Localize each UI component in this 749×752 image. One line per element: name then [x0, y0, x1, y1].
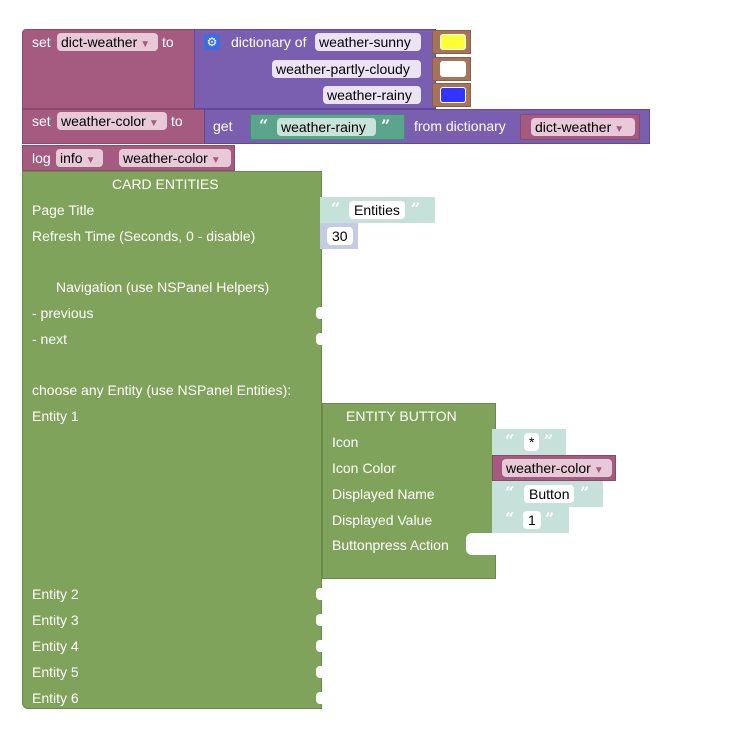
color-swatch-sunny[interactable]	[440, 34, 466, 50]
refresh-time-label: Refresh Time (Seconds, 0 - disable)	[32, 228, 256, 244]
open-quote-icon: “	[331, 199, 341, 218]
displayed-value-value[interactable]: 1	[523, 511, 541, 529]
to-label: to	[162, 34, 174, 50]
refresh-time-value[interactable]: 30	[327, 227, 353, 245]
dropdown-arrow-icon: ▼	[210, 155, 221, 166]
entity-3-label: Entity 3	[32, 612, 79, 628]
previous-label: - previous	[32, 305, 94, 321]
close-quote-icon: ”	[545, 509, 555, 528]
next-label: - next	[32, 331, 68, 347]
close-quote-icon: ”	[544, 431, 554, 450]
displayed-value-label: Displayed Value	[332, 512, 433, 528]
variable-dropdown-dict-weather[interactable]: dict-weather ▼	[57, 33, 158, 51]
dropdown-arrow-icon: ▼	[85, 155, 96, 166]
open-quote-icon: “	[505, 431, 515, 450]
entity-6-input-socket[interactable]	[316, 692, 323, 704]
icon-color-label: Icon Color	[332, 460, 396, 476]
icon-value[interactable]: *	[524, 433, 540, 451]
entity-button-title: ENTITY BUTTON	[346, 408, 457, 424]
entity-3-input-socket[interactable]	[316, 614, 323, 626]
buttonpress-action-statement-slot[interactable]	[466, 533, 496, 555]
entity-5-label: Entity 5	[32, 664, 79, 680]
set-label-2: set	[32, 113, 51, 129]
entity-5-input-socket[interactable]	[316, 666, 323, 678]
variable-name: dict-weather	[535, 119, 612, 135]
icon-label: Icon	[332, 434, 359, 450]
set-label: set	[32, 34, 51, 50]
variable-dropdown-icon-color[interactable]: weather-color ▼	[502, 459, 612, 477]
gear-icon[interactable]: ⚙	[204, 34, 220, 50]
dropdown-arrow-icon: ▼	[148, 118, 159, 129]
choose-entity-label: choose any Entity (use NSPanel Entities)…	[32, 382, 292, 398]
log-level-value: info	[60, 150, 83, 166]
entity-6-label: Entity 6	[32, 690, 79, 706]
to-label-2: to	[171, 113, 183, 129]
entity-4-input-socket[interactable]	[316, 640, 323, 652]
color-swatch-partly-cloudy[interactable]	[440, 61, 466, 77]
text-value-weather-rainy[interactable]: weather-rainy	[277, 118, 376, 136]
variable-dropdown-weather-color[interactable]: weather-color ▼	[57, 112, 167, 130]
entity-4-label: Entity 4	[32, 638, 79, 654]
dropdown-arrow-icon: ▼	[140, 39, 151, 50]
variable-name: weather-color	[123, 150, 208, 166]
navigation-label: Navigation (use NSPanel Helpers)	[56, 279, 270, 295]
entity-1-label: Entity 1	[32, 408, 79, 424]
entity-2-label: Entity 2	[32, 586, 79, 602]
close-quote-icon: ”	[381, 116, 391, 135]
get-label: get	[213, 118, 233, 134]
open-quote-icon: “	[505, 509, 515, 528]
variable-name: dict-weather	[61, 34, 138, 50]
log-level-dropdown[interactable]: info ▼	[56, 149, 103, 167]
open-quote-icon: “	[259, 116, 269, 135]
dict-key-weather-sunny[interactable]: weather-sunny	[315, 33, 421, 51]
card-entities-title: CARD ENTITIES	[112, 176, 219, 192]
variable-dropdown-dict-weather-2[interactable]: dict-weather ▼	[531, 118, 635, 136]
dict-key-weather-partly-cloudy[interactable]: weather-partly-cloudy	[272, 60, 421, 78]
page-title-value[interactable]: Entities	[349, 201, 405, 219]
buttonpress-action-label: Buttonpress Action	[332, 537, 449, 553]
dropdown-arrow-icon: ▼	[593, 465, 604, 476]
page-title-label: Page Title	[32, 202, 95, 218]
variable-name: weather-color	[506, 460, 591, 476]
from-dictionary-label: from dictionary	[414, 118, 506, 134]
displayed-name-value[interactable]: Button	[524, 485, 575, 503]
variable-dropdown-weather-color-log[interactable]: weather-color ▼	[119, 149, 231, 167]
dictionary-of-label: dictionary of	[231, 34, 307, 50]
dict-key-weather-rainy[interactable]: weather-rainy	[323, 86, 421, 104]
log-label: log	[32, 150, 51, 166]
dropdown-arrow-icon: ▼	[614, 124, 625, 135]
open-quote-icon: “	[505, 483, 515, 502]
displayed-name-label: Displayed Name	[332, 486, 435, 502]
color-swatch-rainy[interactable]	[440, 87, 466, 103]
next-input-socket[interactable]	[316, 333, 323, 345]
previous-input-socket[interactable]	[316, 307, 323, 319]
variable-name: weather-color	[61, 113, 146, 129]
close-quote-icon: ”	[580, 483, 590, 502]
close-quote-icon: ”	[411, 199, 421, 218]
entity-2-input-socket[interactable]	[316, 588, 323, 600]
